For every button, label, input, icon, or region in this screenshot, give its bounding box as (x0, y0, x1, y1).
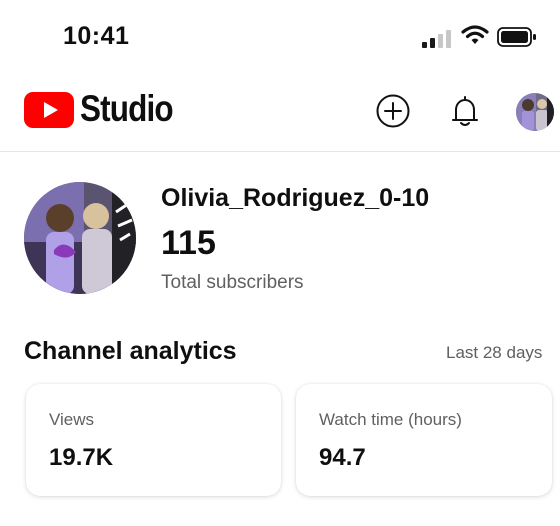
views-card[interactable]: Views 19.7K (26, 384, 281, 496)
subscriber-count: 115 (161, 224, 216, 262)
watch-time-card[interactable]: Watch time (hours) 94.7 (296, 384, 552, 496)
views-label: Views (49, 410, 95, 429)
app-title: Studio (80, 88, 174, 129)
status-time: 10:41 (63, 22, 130, 50)
header-divider (0, 151, 560, 152)
add-icon (376, 94, 410, 128)
bell-icon (452, 96, 478, 126)
youtube-logo-icon[interactable] (24, 92, 74, 128)
wifi-icon (461, 24, 489, 46)
watch-time-value: 94.7 (319, 444, 366, 471)
channel-avatar[interactable] (24, 182, 136, 294)
watch-time-label: Watch time (hours) (319, 410, 462, 429)
battery-icon (497, 27, 537, 47)
analytics-period: Last 28 days (446, 343, 543, 362)
create-button[interactable] (374, 92, 412, 130)
analytics-title: Channel analytics (24, 337, 237, 365)
notifications-button[interactable] (447, 92, 483, 130)
account-avatar[interactable] (516, 93, 554, 131)
channel-name: Olivia_Rodriguez_0-10 (161, 184, 430, 212)
subscriber-label: Total subscribers (161, 272, 304, 293)
views-value: 19.7K (49, 444, 114, 471)
cellular-signal-icon (422, 28, 452, 48)
